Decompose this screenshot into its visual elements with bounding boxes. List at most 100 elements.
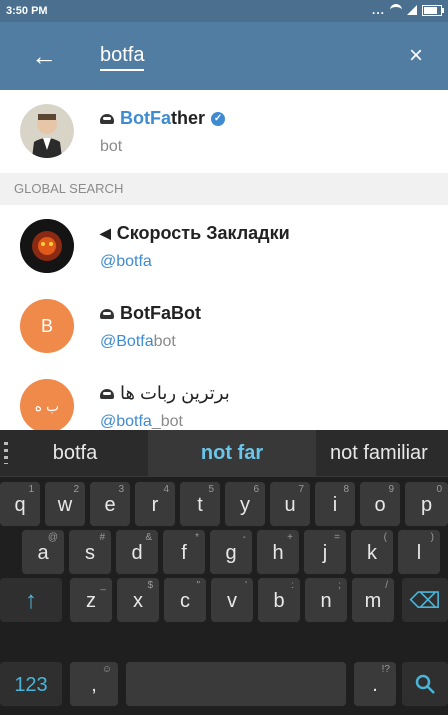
key-comma[interactable]: , ☺ [70, 662, 118, 706]
key-label: t [197, 494, 203, 516]
name-highlight: BotFa [120, 108, 171, 128]
key-q[interactable]: q1 [0, 482, 40, 526]
avatar [20, 219, 74, 273]
key-w[interactable]: w2 [45, 482, 85, 526]
suggestion-3[interactable]: not familiar [322, 430, 448, 476]
key-hint: : [291, 580, 294, 591]
verified-icon: ✓ [211, 111, 226, 126]
key-hint: ) [430, 532, 434, 543]
key-u[interactable]: u7 [270, 482, 310, 526]
key-s[interactable]: s # [69, 530, 111, 574]
key-label: g [225, 542, 237, 564]
key-hint: 1 [28, 484, 34, 495]
status-time: 3:50 PM [6, 5, 48, 17]
key-label: p [420, 494, 433, 516]
key-label: r [151, 494, 159, 516]
key-i[interactable]: i8 [315, 482, 355, 526]
name-rest: BotFaBot [120, 303, 201, 323]
key-m[interactable]: m / [352, 578, 394, 622]
key-h[interactable]: h + [257, 530, 299, 574]
result-name: ◀ Скорость Закладки [100, 223, 290, 244]
key-label: v [227, 590, 237, 612]
sub-highlight: @botfa [100, 253, 152, 270]
key-k[interactable]: k( [351, 530, 393, 574]
key-hint: ( [383, 532, 387, 543]
bot-icon [100, 388, 114, 399]
key-label: c [180, 590, 190, 612]
key-period[interactable]: .!? [354, 662, 396, 706]
suggestion-2[interactable]: not far [148, 430, 316, 476]
result-subtitle: @Botfabot [100, 333, 176, 351]
search-result-botfabot[interactable]: B BotFaBot @Botfabot [0, 285, 448, 365]
backspace-icon: ⌫ [409, 588, 441, 613]
numbers-key[interactable]: 123 [0, 662, 62, 706]
key-c[interactable]: c " [164, 578, 206, 622]
key-g[interactable]: g- [210, 530, 252, 574]
battery-icon [422, 4, 444, 16]
key-d[interactable]: d & [116, 530, 158, 574]
key-e[interactable]: e3 [90, 482, 130, 526]
suggestion-strip: botfa not far not familiar [0, 430, 448, 477]
key-label: x [133, 590, 143, 612]
key-hint: # [99, 532, 105, 543]
key-label: b [273, 590, 285, 612]
suggestion-1[interactable]: botfa [10, 430, 140, 476]
search-key[interactable] [402, 662, 448, 706]
result-name: برترین ربات ها [100, 383, 230, 404]
key-label: j [322, 542, 328, 564]
key-hint: 5 [208, 484, 214, 495]
key-label: m [364, 590, 382, 612]
search-result-botfather[interactable]: BotFather ✓ bot [0, 90, 448, 170]
key-p[interactable]: p0 [405, 482, 448, 526]
space-key[interactable] [126, 662, 346, 706]
key-hint: - [242, 532, 246, 543]
key-f[interactable]: f * [163, 530, 205, 574]
system-icons: ... [371, 3, 444, 17]
key-r[interactable]: r4 [135, 482, 175, 526]
key-z[interactable]: z _ [70, 578, 112, 622]
key-hint: 3 [118, 484, 124, 495]
sub-rest: bot [100, 138, 123, 155]
key-y[interactable]: y6 [225, 482, 265, 526]
key-hint: $ [147, 580, 153, 591]
key-l[interactable]: l) [398, 530, 440, 574]
key-b[interactable]: b: [258, 578, 300, 622]
key-t[interactable]: t5 [180, 482, 220, 526]
result-subtitle: bot [100, 138, 122, 156]
key-label: i [332, 494, 338, 516]
key-n[interactable]: n; [305, 578, 347, 622]
backspace-key[interactable]: ⌫ [402, 578, 448, 622]
avatar [20, 104, 74, 158]
section-header-global-search: GLOBAL SEARCH [0, 173, 448, 205]
close-icon[interactable]: × [396, 36, 436, 76]
key-label: . [372, 674, 378, 696]
notification-dots: ... [371, 3, 385, 17]
name-rest: ther [171, 108, 206, 128]
key-label: , [91, 674, 97, 696]
shift-key[interactable]: ↑ [0, 578, 62, 622]
key-hint: 4 [163, 484, 169, 495]
search-result-skorost[interactable]: ◀ Скорость Закладки @botfa [0, 205, 448, 285]
key-v[interactable]: v ' [211, 578, 253, 622]
name-rest: برترین ربات ها [120, 383, 230, 403]
key-row-4: 123 , ☺ .!? [0, 662, 448, 712]
key-label: u [284, 494, 296, 516]
key-label: l [416, 542, 422, 564]
key-row-1: q1 w2 e3 r4 t5 y6 u7 i8 o9 p0 [0, 482, 448, 532]
sub-highlight: @Botfa [100, 333, 154, 350]
more-suggestions-icon[interactable] [4, 442, 8, 464]
key-j[interactable]: j = [304, 530, 346, 574]
key-x[interactable]: x $ [117, 578, 159, 622]
search-input[interactable]: botfa [100, 44, 145, 71]
key-label: k [367, 542, 377, 564]
key-a[interactable]: a @ [22, 530, 64, 574]
key-label: e [104, 494, 116, 516]
name-rest: Скорость Закладки [116, 223, 290, 243]
key-hint: 9 [388, 484, 394, 495]
bot-icon [100, 113, 114, 124]
key-hint: * [195, 532, 199, 543]
key-o[interactable]: o9 [360, 482, 400, 526]
key-hint: _ [100, 580, 106, 591]
key-label: z [86, 590, 96, 612]
back-arrow-icon[interactable]: ← [24, 36, 64, 76]
